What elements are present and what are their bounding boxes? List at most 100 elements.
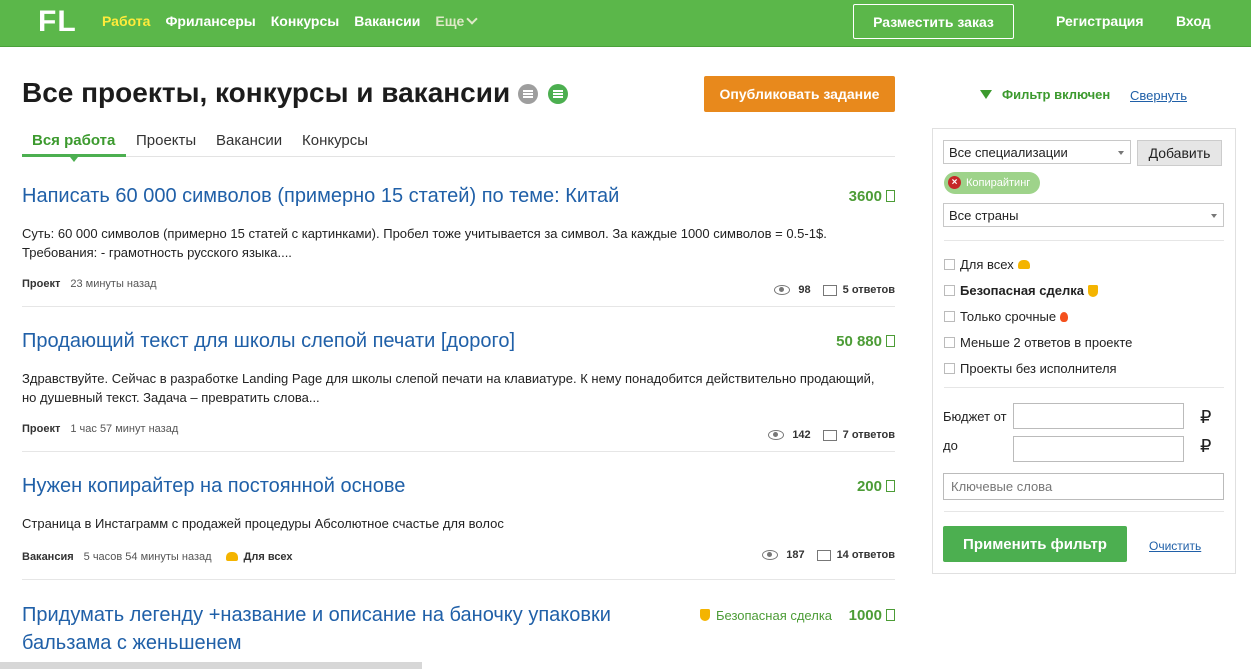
nav-item-work[interactable]: Работа: [102, 13, 150, 29]
apply-filter-button[interactable]: Применить фильтр: [943, 526, 1127, 562]
currency-icon: [886, 335, 895, 347]
keywords-input[interactable]: Ключевые слова: [943, 473, 1224, 500]
currency-icon: [886, 190, 895, 202]
divider: [22, 306, 895, 307]
project-price: 3600: [849, 188, 895, 205]
shield-icon: [1087, 284, 1098, 297]
budget-to-input[interactable]: [1013, 436, 1184, 462]
nav-item-contests[interactable]: Конкурсы: [271, 13, 339, 29]
price-value: 1000: [848, 607, 882, 624]
filter-icon: [980, 90, 992, 99]
publish-task-button[interactable]: Опубликовать задание: [704, 76, 895, 112]
budget-to-label: до: [943, 438, 958, 453]
answers-count[interactable]: 5 ответов: [843, 284, 895, 296]
shield-icon: [700, 609, 710, 621]
checkbox-label: Проекты без исполнителя: [960, 361, 1117, 376]
comment-icon: [822, 284, 837, 296]
clear-filter-link[interactable]: Очистить: [1149, 539, 1201, 553]
price-value: 3600: [848, 188, 882, 205]
checkbox-for-all[interactable]: Для всех: [944, 257, 1036, 272]
login-link[interactable]: Вход: [1176, 13, 1211, 29]
answers-count[interactable]: 7 ответов: [843, 429, 895, 441]
project-stats: 142 7 ответов: [768, 429, 895, 441]
tab-vacancies[interactable]: Вакансии: [216, 132, 282, 149]
specialization-chip: × Копирайтинг: [944, 172, 1041, 194]
price-value: 200: [856, 478, 882, 495]
work-tabs: Вся работа Проекты Вакансии Конкурсы: [22, 124, 895, 162]
price-value: 50 880: [836, 333, 882, 350]
tab-contests[interactable]: Конкурсы: [302, 132, 368, 149]
people-icon: [1017, 260, 1030, 269]
checkbox[interactable]: [944, 337, 955, 348]
chevron-down-icon: [1211, 214, 1217, 218]
tab-all-work[interactable]: Вся работа: [32, 132, 115, 149]
checkbox[interactable]: [944, 311, 955, 322]
project-type: Проект: [22, 423, 61, 435]
nav-more-label: Еще: [435, 13, 465, 29]
eye-icon: [774, 285, 791, 295]
remove-chip-icon[interactable]: ×: [948, 176, 961, 189]
currency-icon: [886, 609, 895, 621]
horizontal-scrollbar[interactable]: [0, 662, 422, 669]
nav-item-more[interactable]: Еще: [435, 13, 478, 29]
checkbox-safe-deal[interactable]: Безопасная сделка: [944, 283, 1104, 298]
filter-status: Фильтр включен: [980, 87, 1110, 102]
divider: [22, 451, 895, 452]
views-count: 142: [792, 429, 811, 441]
register-link[interactable]: Регистрация: [1056, 13, 1144, 29]
project-title[interactable]: Нужен копирайтер на постоянной основе: [22, 472, 405, 500]
checkbox-label: Меньше 2 ответов в проекте: [960, 335, 1133, 350]
nav-item-vacancies[interactable]: Вакансии: [354, 13, 420, 29]
project-title[interactable]: Придумать легенду +название и описание н…: [22, 601, 662, 657]
checkbox[interactable]: [944, 259, 955, 270]
checkbox-label: Для всех: [960, 257, 1014, 272]
list-view-icon[interactable]: [518, 84, 538, 104]
filter-panel: [932, 128, 1236, 574]
budget-from-label: Бюджет от: [943, 409, 1007, 424]
project-time: 1 час 57 минут назад: [70, 423, 179, 435]
project-stats: 187 14 ответов: [762, 549, 895, 561]
project-price: 50 880: [836, 333, 895, 350]
logo[interactable]: FL: [38, 5, 77, 39]
views-count: 187: [786, 549, 805, 561]
views-count: 98: [798, 284, 811, 296]
fire-icon: [1060, 311, 1069, 322]
page-title: Все проекты, конкурсы и вакансии: [22, 77, 511, 108]
project-type: Проект: [22, 278, 61, 290]
specialization-select[interactable]: Все специализации: [943, 140, 1131, 164]
comment-icon: [822, 429, 837, 441]
top-navbar: FL Работа Фрилансеры Конкурсы Вакансии Е…: [0, 0, 1251, 47]
project-type: Вакансия: [22, 551, 74, 563]
checkbox-no-executor[interactable]: Проекты без исполнителя: [944, 361, 1117, 376]
post-order-button[interactable]: Разместить заказ: [853, 4, 1014, 39]
project-time: 23 минуты назад: [70, 278, 157, 290]
checkbox[interactable]: [944, 285, 955, 296]
checkbox[interactable]: [944, 363, 955, 374]
eye-icon: [768, 430, 785, 440]
project-price: 200: [857, 478, 895, 495]
nav-item-freelancers[interactable]: Фрилансеры: [165, 13, 255, 29]
chip-label: Копирайтинг: [966, 177, 1031, 189]
add-specialization-button[interactable]: Добавить: [1137, 140, 1222, 166]
ruble-icon: ₽: [1200, 436, 1212, 456]
collapse-filter-link[interactable]: Свернуть: [1130, 88, 1187, 103]
project-title[interactable]: Продающий текст для школы слепой печати …: [22, 327, 515, 355]
project-meta: Вакансия 5 часов 54 минуты назад Для всех: [22, 551, 303, 563]
country-select[interactable]: Все страны: [943, 203, 1224, 227]
checkbox-few-answers[interactable]: Меньше 2 ответов в проекте: [944, 335, 1132, 350]
budget-from-input[interactable]: [1013, 403, 1184, 429]
for-all-label: Для всех: [243, 551, 293, 563]
project-stats: 98 5 ответов: [774, 284, 895, 296]
detailed-view-icon[interactable]: [548, 84, 568, 104]
ruble-icon: ₽: [1200, 407, 1212, 427]
project-description: Здравствуйте. Сейчас в разработке Landin…: [22, 371, 875, 405]
answers-count[interactable]: 14 ответов: [837, 549, 895, 561]
checkbox-label: Безопасная сделка: [960, 283, 1084, 298]
country-value: Все страны: [949, 208, 1019, 223]
active-tab-caret: [70, 157, 78, 162]
project-title[interactable]: Написать 60 000 символов (примерно 15 ст…: [22, 182, 619, 210]
tab-projects[interactable]: Проекты: [136, 132, 196, 149]
safe-deal-label: Безопасная сделка: [716, 608, 833, 623]
project-time: 5 часов 54 минуты назад: [83, 551, 212, 563]
checkbox-urgent[interactable]: Только срочные: [944, 309, 1069, 324]
